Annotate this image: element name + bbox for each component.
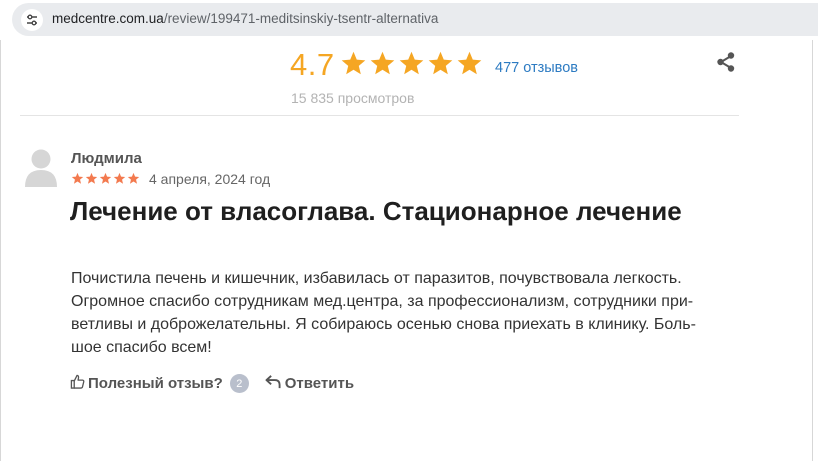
summary-star-icon (398, 50, 425, 77)
page-frame-right (812, 40, 813, 461)
url-host: medcentre.com.ua (52, 11, 164, 26)
browser-address-bar: medcentre.com.ua/review/199471-meditsins… (0, 0, 818, 40)
summary-star-icon (340, 50, 367, 77)
review-author: Людмила (71, 150, 142, 167)
helpful-button[interactable]: Полезный отзыв? 2 (70, 374, 249, 393)
url-path: /review/199471-meditsinskiy-tsentr-alter… (163, 11, 439, 26)
review-title: Лечение от власоглава. Стационарное лече… (70, 196, 682, 226)
reply-label: Ответить (284, 375, 355, 392)
review-date: 4 апреля, 2024 год (149, 171, 271, 187)
summary-divider (20, 115, 739, 116)
average-rating: 4.7 (290, 47, 335, 82)
helpful-count-badge: 2 (229, 374, 249, 393)
average-rating-stars (340, 50, 483, 77)
views-count: 15 835 просмотров (291, 90, 415, 106)
review-actions: Полезный отзыв? 2 Ответить (70, 374, 354, 393)
user-avatar-icon (24, 147, 58, 187)
site-info-icon[interactable] (21, 9, 43, 31)
page-frame-left (0, 40, 1, 461)
review-star-icon (113, 172, 126, 185)
review-star-icon (85, 172, 98, 185)
review-star-icon (127, 172, 140, 185)
reviews-count-link[interactable]: 477 отзывов (495, 60, 578, 76)
review-body: Почистила печень и кишечник, избавилась … (71, 270, 696, 356)
thumbs-up-icon (70, 374, 85, 393)
reply-button[interactable]: Ответить (265, 374, 354, 393)
review-star-icon (71, 172, 84, 185)
helpful-label: Полезный отзыв? (88, 375, 223, 392)
reply-arrow-icon (265, 374, 282, 393)
url-text: medcentre.com.ua/review/199471-meditsins… (52, 11, 438, 26)
summary-star-icon (369, 50, 396, 77)
share-icon[interactable] (715, 51, 737, 73)
summary-star-icon (427, 50, 454, 77)
url-field[interactable]: medcentre.com.ua/review/199471-meditsins… (12, 3, 818, 36)
review-star-icon (99, 172, 112, 185)
review-rating-stars (71, 172, 140, 185)
summary-star-icon (456, 50, 483, 77)
